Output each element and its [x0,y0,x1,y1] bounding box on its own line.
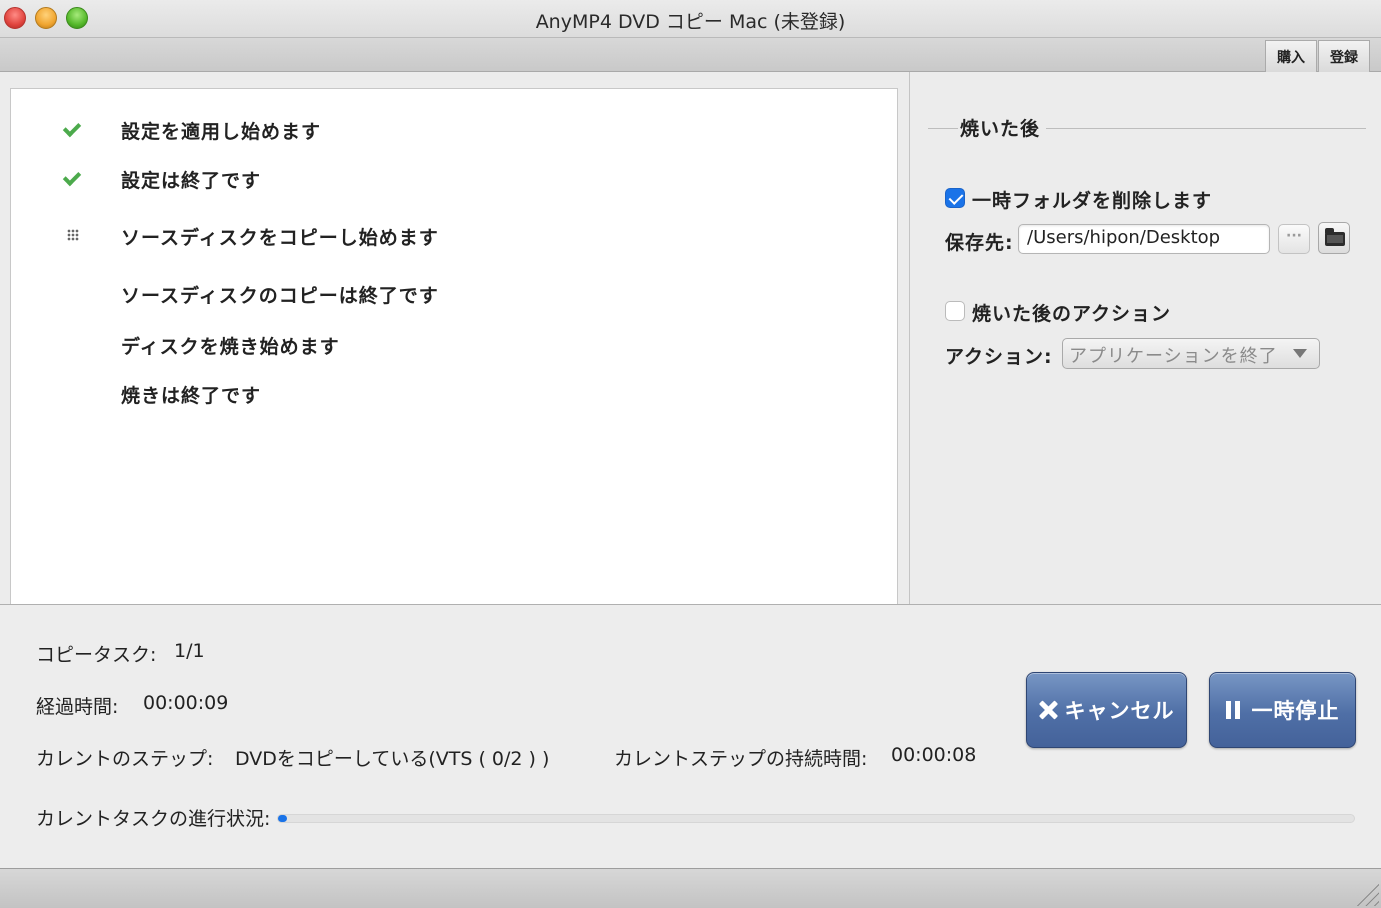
log-item: 焼きは終了です [11,379,891,407]
pause-button-label: 一時停止 [1251,699,1340,723]
check-icon [62,167,83,188]
step-duration-label: カレントステップの持続時間: [614,748,868,770]
cancel-button[interactable]: キャンセル [1026,672,1187,748]
elapsed-time-value: 00:00:09 [143,692,229,714]
copy-task-label: コピータスク: [36,644,157,666]
register-button[interactable]: 登録 [1318,40,1370,72]
title-bar: AnyMP4 DVD コピー Mac (未登録) [0,0,1381,38]
browse-dots-button[interactable]: ··· [1278,224,1310,254]
close-icon [1039,701,1057,719]
delete-temp-folder-checkbox[interactable] [945,188,965,208]
panel-divider [909,72,910,604]
current-step-value: DVDをコピーしている(VTS ( 0/2 ) ) [235,748,550,770]
action-select-value: アプリケーションを終了 [1069,346,1278,367]
log-item: 設定を適用し始めます [11,115,891,143]
window-title: AnyMP4 DVD コピー Mac (未登録) [535,11,846,33]
in-progress-grid-icon [63,225,83,245]
resize-grip-icon[interactable] [1353,880,1379,906]
save-to-label: 保存先: [945,232,1014,254]
progress-label: カレントタスクの進行状況: [36,808,271,830]
save-path-field[interactable]: /Users/hipon/Desktop [1018,224,1270,254]
log-item: ソースディスクをコピーし始めます [11,221,891,249]
task-progress-bar [277,814,1355,823]
cancel-button-label: キャンセル [1064,699,1175,723]
chevron-down-icon [1293,349,1307,358]
pause-icon [1225,701,1240,719]
delete-temp-folder-label: 一時フォルダを削除します [972,190,1213,212]
progress-fill [278,815,287,822]
after-burn-action-checkbox[interactable] [945,301,965,321]
current-step-label: カレントのステップ: [36,748,214,770]
after-burn-action-label: 焼いた後のアクション [972,303,1172,325]
step-duration-value: 00:00:08 [891,744,977,766]
log-item-text: ソースディスクのコピーは終了です [121,285,439,307]
toolbar: 購入 登録 [0,38,1381,72]
log-item: ディスクを焼き始めます [11,330,891,358]
action-label: アクション: [945,346,1053,368]
log-item-text: 設定を適用し始めます [121,121,322,143]
after-burn-group-title: 焼いた後 [960,118,1041,140]
copy-task-value: 1/1 [174,640,205,662]
progress-log-panel: 設定を適用し始めます 設定は終了です ソースディスクをコピーし始めます ソースデ… [10,88,898,608]
folder-icon [1325,228,1345,246]
bottom-bar [0,868,1381,908]
group-divider [1046,128,1366,129]
log-item-text: 設定は終了です [121,170,262,192]
log-item-text: ディスクを焼き始めます [121,336,340,358]
log-item: ソースディスクのコピーは終了です [11,279,891,307]
log-item-text: ソースディスクをコピーし始めます [121,227,439,249]
open-folder-button[interactable] [1318,222,1350,254]
pause-button[interactable]: 一時停止 [1209,672,1356,748]
action-select[interactable]: アプリケーションを終了 [1062,338,1320,369]
buy-button[interactable]: 購入 [1265,40,1317,72]
log-item: 設定は終了です [11,164,891,192]
elapsed-time-label: 経過時間: [36,696,119,718]
group-divider [928,128,958,129]
check-icon [62,118,83,139]
log-item-text: 焼きは終了です [121,385,262,407]
